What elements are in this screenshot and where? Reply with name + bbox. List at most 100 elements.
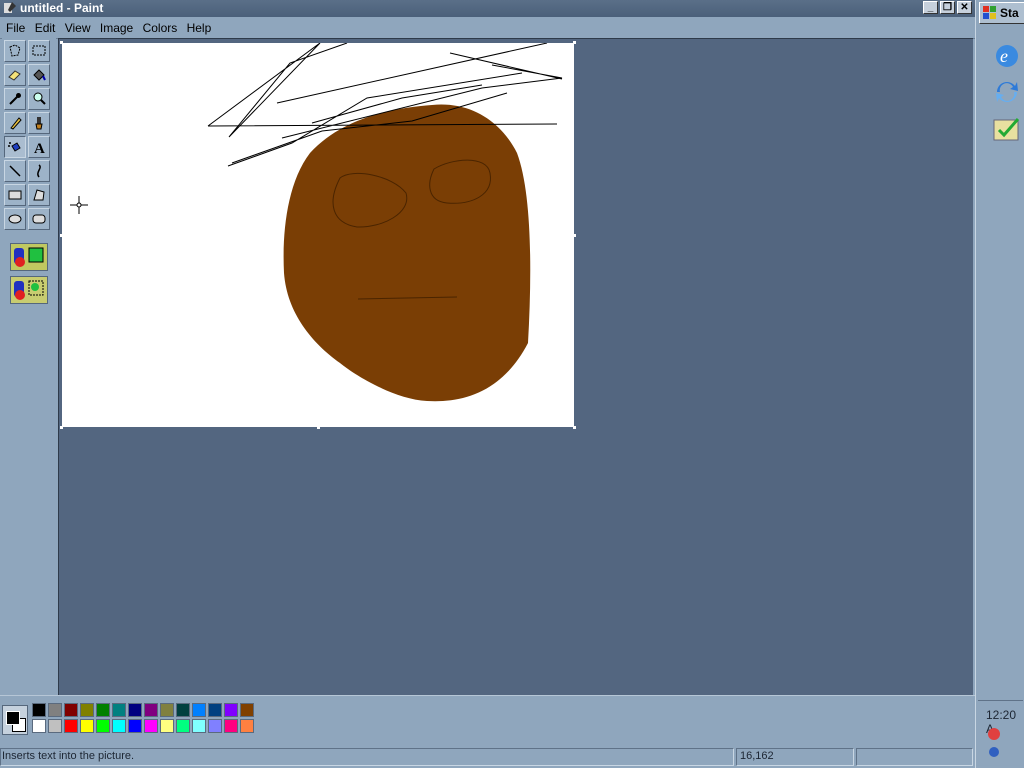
windows-logo-icon	[983, 6, 996, 19]
canvas-handle-se[interactable]	[573, 426, 576, 429]
menu-help[interactable]: Help	[187, 18, 212, 38]
crosshair-cursor-icon	[70, 196, 88, 214]
palette-color-swatch[interactable]	[224, 719, 238, 733]
opaque-background-icon	[14, 247, 44, 267]
tray-network-icon[interactable]	[986, 744, 1002, 760]
tool-fill[interactable]	[28, 64, 50, 86]
palette-color-swatch[interactable]	[64, 703, 78, 717]
palette-color-swatch[interactable]	[64, 719, 78, 733]
tool-text[interactable]: A	[28, 136, 50, 158]
canvas-handle-sw[interactable]	[60, 426, 63, 429]
restore-button[interactable]: ❐	[940, 1, 955, 14]
line-icon	[9, 165, 21, 177]
tool-line[interactable]	[4, 160, 26, 182]
svg-text:A: A	[34, 141, 45, 155]
palette-color-swatch[interactable]	[96, 719, 110, 733]
palette-color-swatch[interactable]	[80, 719, 94, 733]
start-button[interactable]: Sta	[979, 2, 1024, 24]
taskbar: Sta e 12:20 A	[975, 0, 1024, 768]
palette-color-swatch[interactable]	[208, 719, 222, 733]
palette-color-swatch[interactable]	[32, 703, 46, 717]
tool-select[interactable]	[28, 40, 50, 62]
palette-color-swatch[interactable]	[208, 703, 222, 717]
palette-color-swatch[interactable]	[128, 719, 142, 733]
minimize-button[interactable]: _	[923, 1, 938, 14]
canvas-handle-w[interactable]	[60, 234, 63, 237]
drawing	[207, 43, 563, 402]
status-message: Inserts text into the picture.	[2, 750, 135, 762]
tool-ellipse[interactable]	[4, 208, 26, 230]
palette-color-swatch[interactable]	[240, 719, 254, 733]
menu-edit[interactable]: Edit	[35, 18, 56, 38]
drawing-canvas[interactable]	[62, 43, 574, 427]
palette-color-swatch[interactable]	[144, 703, 158, 717]
menu-file[interactable]: File	[6, 18, 25, 38]
close-button[interactable]: ✕	[957, 1, 972, 14]
tool-option-opaque[interactable]	[10, 243, 48, 271]
rounded-rectangle-icon	[32, 214, 46, 224]
tool-curve[interactable]	[28, 160, 50, 182]
title-bar[interactable]: untitled - Paint _ ❐ ✕	[0, 0, 975, 17]
ellipse-icon	[8, 214, 22, 224]
svg-text:e: e	[1000, 46, 1008, 66]
tool-rounded-rectangle[interactable]	[28, 208, 50, 230]
paint-app-icon	[4, 2, 16, 13]
menu-colors[interactable]: Colors	[143, 18, 178, 38]
toolbox: A	[2, 38, 56, 695]
palette-color-swatch[interactable]	[128, 703, 142, 717]
palette-color-swatch[interactable]	[48, 703, 62, 717]
palette-color-swatch[interactable]	[112, 719, 126, 733]
start-label: Sta	[1000, 6, 1019, 20]
internet-explorer-icon[interactable]: e	[991, 40, 1023, 72]
foreground-color-swatch	[6, 711, 20, 725]
brush-icon	[35, 117, 43, 130]
desktop-checkmark-icon[interactable]	[991, 114, 1023, 146]
tool-eraser[interactable]	[4, 64, 26, 86]
polygon-icon	[33, 189, 45, 201]
paint-window: untitled - Paint _ ❐ ✕ File Edit View Im…	[0, 0, 975, 768]
palette-color-swatch[interactable]	[176, 719, 190, 733]
menu-view[interactable]: View	[65, 18, 91, 38]
palette-color-swatch[interactable]	[240, 703, 254, 717]
fill-with-color-icon	[33, 69, 46, 81]
tool-brush[interactable]	[28, 112, 50, 134]
canvas-handle-e[interactable]	[573, 234, 576, 237]
tool-magnifier[interactable]	[28, 88, 50, 110]
tray-volume-icon[interactable]	[986, 726, 1002, 742]
tool-option-transparent[interactable]	[10, 276, 48, 304]
canvas-handle-ne[interactable]	[573, 41, 576, 44]
rectangle-icon	[8, 190, 22, 200]
canvas-handle-nw[interactable]	[60, 41, 63, 44]
canvas-handle-s[interactable]	[317, 426, 320, 429]
pick-color-icon	[9, 93, 21, 105]
palette-color-swatch[interactable]	[192, 703, 206, 717]
palette-color-swatch[interactable]	[176, 703, 190, 717]
menu-image[interactable]: Image	[100, 18, 133, 38]
magnifier-icon	[33, 92, 46, 105]
transparent-background-icon	[14, 280, 44, 300]
palette-color-swatch[interactable]	[112, 703, 126, 717]
palette-color-swatch[interactable]	[160, 703, 174, 717]
tray-divider	[978, 700, 1023, 701]
current-colors[interactable]	[2, 705, 28, 735]
tool-airbrush[interactable]	[4, 136, 26, 158]
eraser-icon	[8, 70, 21, 81]
palette-color-swatch[interactable]	[160, 719, 174, 733]
airbrush-icon	[8, 142, 21, 152]
tool-pick-color[interactable]	[4, 88, 26, 110]
cursor-coordinates: 16,162	[740, 750, 774, 762]
palette-color-swatch[interactable]	[80, 703, 94, 717]
palette-color-swatch[interactable]	[32, 719, 46, 733]
status-bar: Inserts text into the picture. 16,162	[0, 746, 975, 768]
tool-polygon[interactable]	[28, 184, 50, 206]
status-size-cell	[856, 748, 973, 766]
refresh-channels-icon[interactable]	[991, 76, 1023, 108]
palette-color-swatch[interactable]	[192, 719, 206, 733]
palette-color-swatch[interactable]	[144, 719, 158, 733]
tool-pencil[interactable]	[4, 112, 26, 134]
tool-free-form-select[interactable]	[4, 40, 26, 62]
palette-color-swatch[interactable]	[96, 703, 110, 717]
palette-color-swatch[interactable]	[224, 703, 238, 717]
tool-rectangle[interactable]	[4, 184, 26, 206]
palette-color-swatch[interactable]	[48, 719, 62, 733]
